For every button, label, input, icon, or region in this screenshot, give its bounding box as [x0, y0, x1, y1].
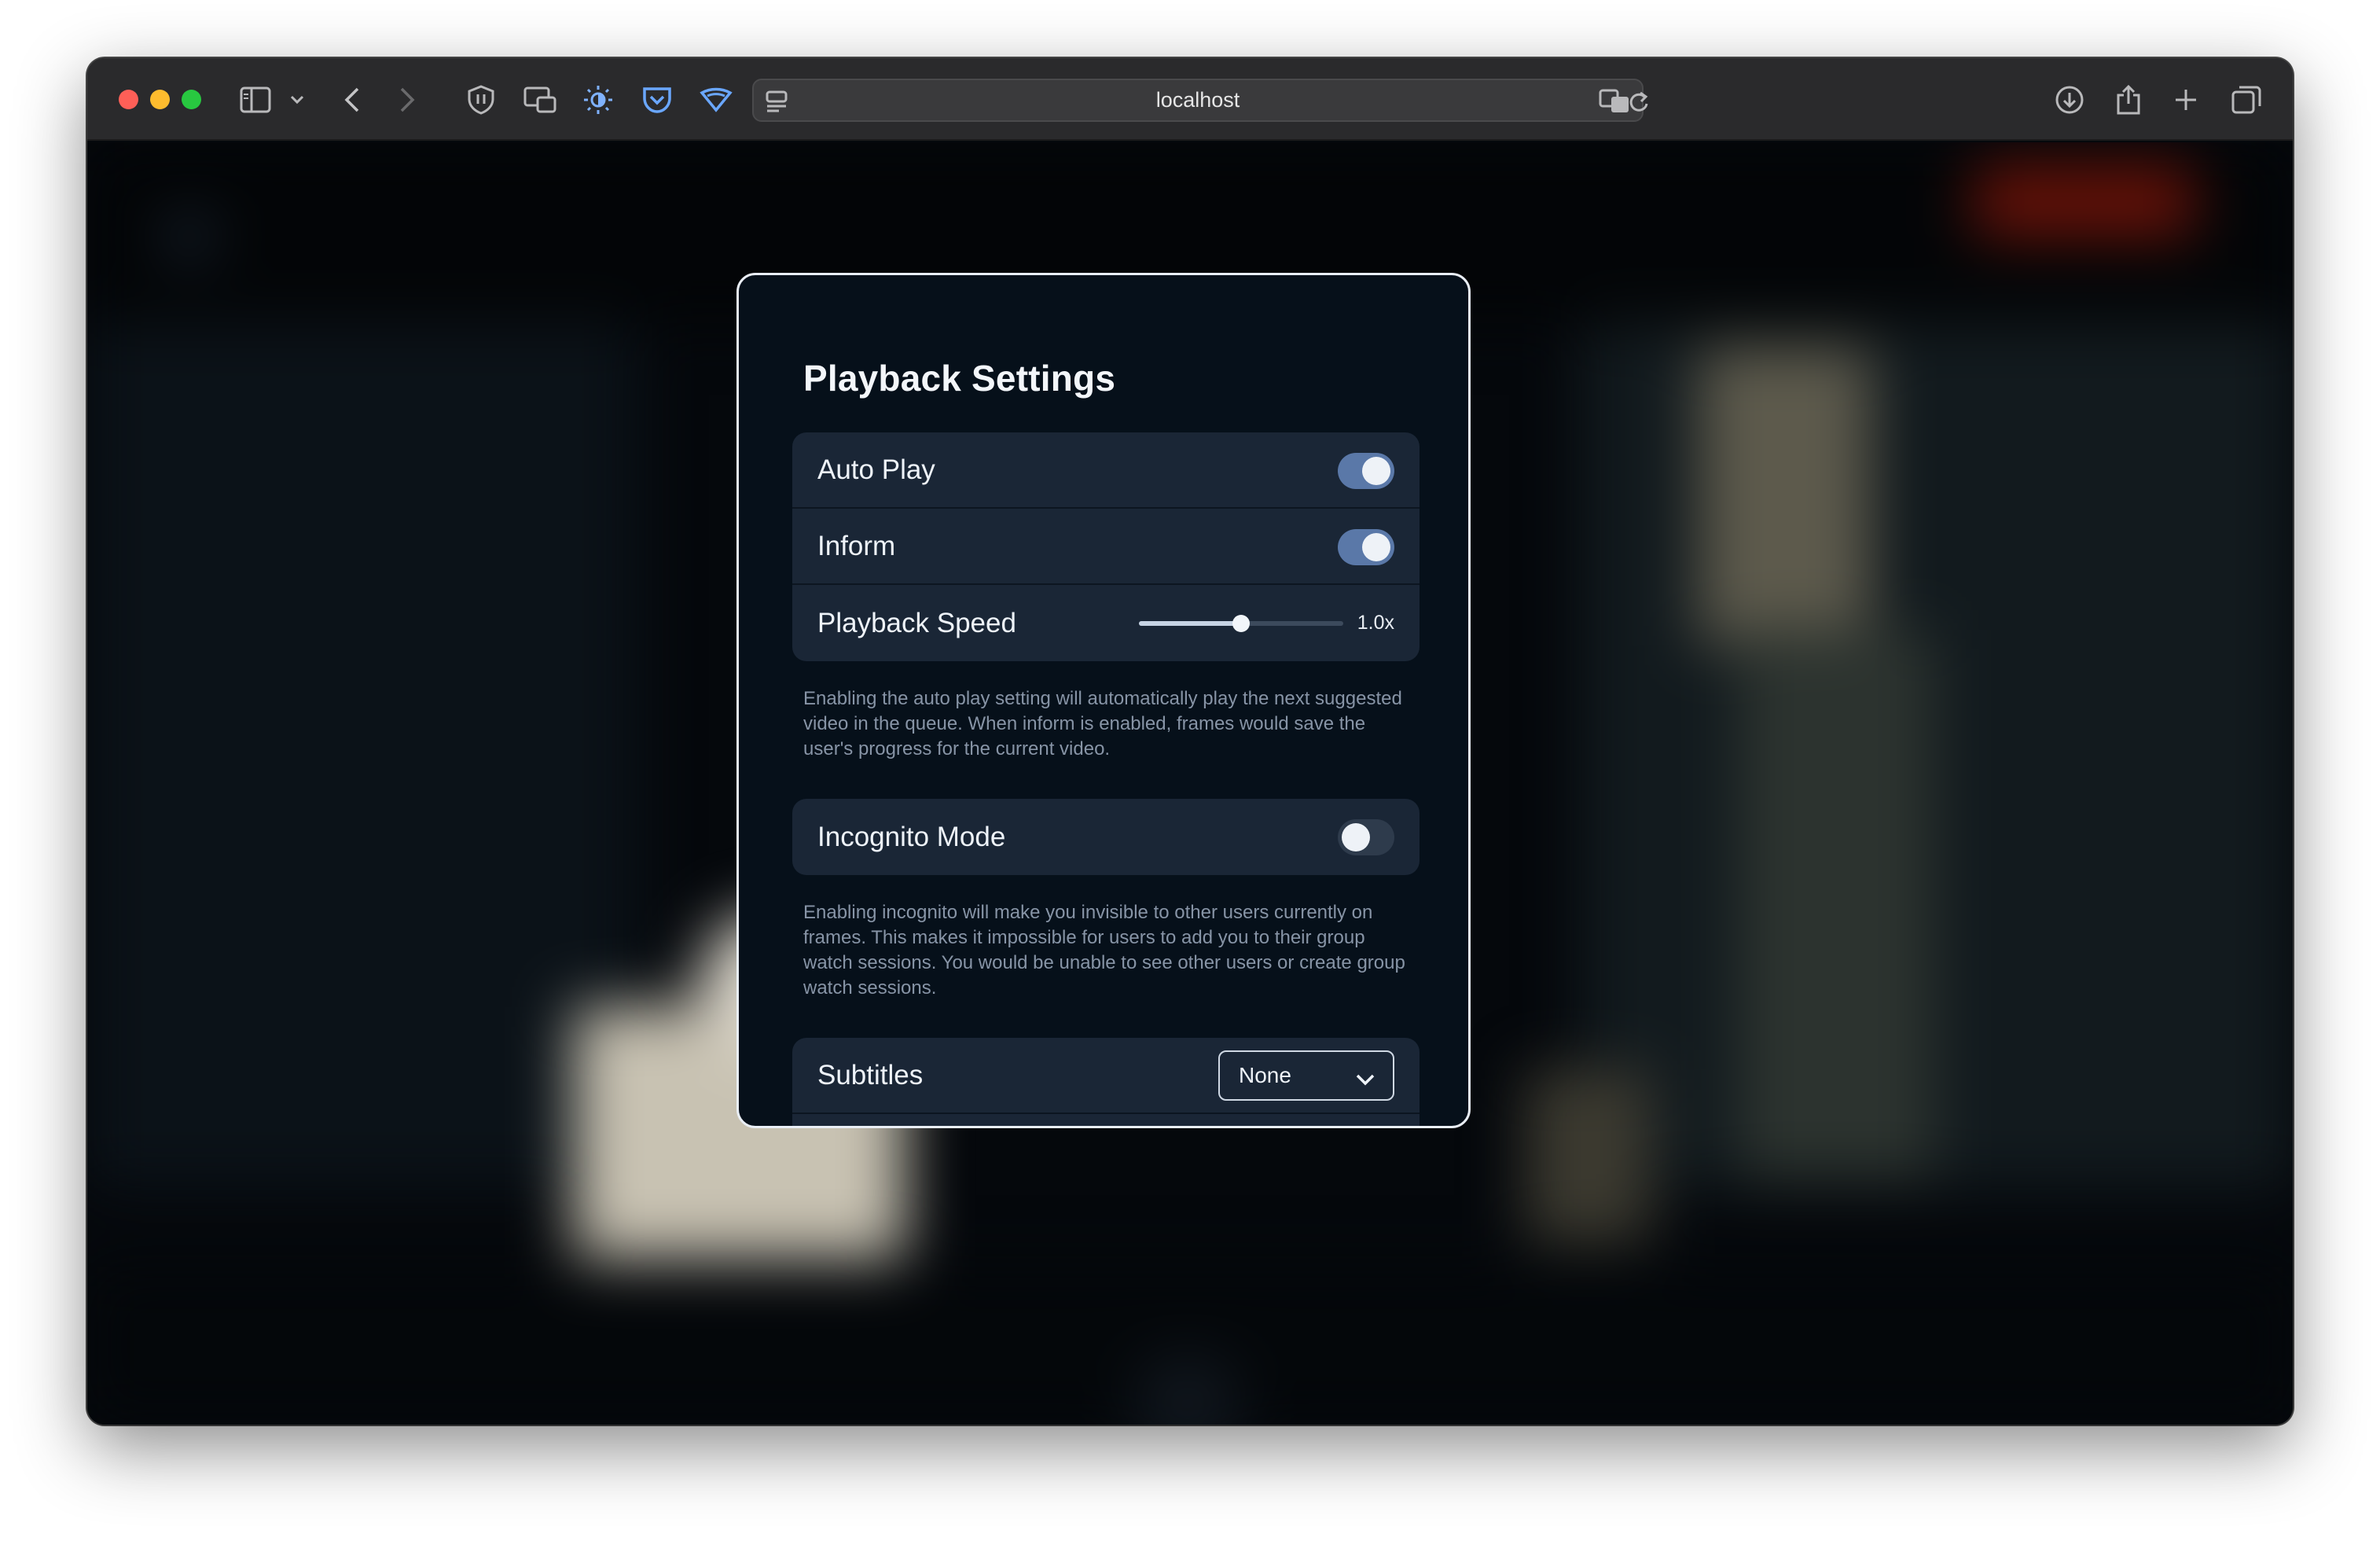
new-tab-icon[interactable]	[2174, 85, 2198, 115]
picture-in-picture-icon[interactable]	[523, 85, 556, 115]
playback-settings-description: Enabling the auto play setting will auto…	[803, 688, 1402, 759]
playback-settings-card: Auto Play Inform Playback Speed 1.0x	[792, 432, 1420, 661]
url-text: localhost	[1155, 88, 1240, 112]
share-icon[interactable]	[2115, 84, 2142, 115]
address-bar[interactable]: localhost	[752, 79, 1648, 122]
auto-play-toggle[interactable]	[1338, 453, 1394, 489]
incognito-label: Incognito Mode	[817, 821, 1006, 852]
sidebar-icon[interactable]	[240, 85, 271, 115]
inform-toggle[interactable]	[1338, 529, 1394, 565]
close-window-button[interactable]	[119, 90, 138, 109]
chevron-down-icon[interactable]	[290, 85, 304, 115]
playback-speed-label: Playback Speed	[817, 607, 1016, 638]
reload-icon[interactable]	[1628, 86, 1650, 116]
playback-settings-modal: Playback Settings Auto Play Inform Playb…	[736, 273, 1471, 1128]
subtitles-label: Subtitles	[817, 1059, 924, 1090]
slider-fill	[1138, 620, 1241, 626]
tabs-icon[interactable]	[2231, 85, 2261, 115]
minimize-window-button[interactable]	[150, 90, 170, 109]
subtitles-select[interactable]: None	[1218, 1050, 1394, 1101]
playback-speed-row: Playback Speed 1.0x	[792, 585, 1420, 661]
incognito-toggle[interactable]	[1338, 819, 1394, 855]
pocket-icon[interactable]	[642, 85, 672, 115]
toggle-knob	[1362, 457, 1390, 485]
incognito-description: Enabling incognito will make you invisib…	[803, 902, 1405, 999]
translate-icon[interactable]	[1599, 86, 1630, 116]
auto-play-label: Auto Play	[817, 454, 935, 485]
browser-toolbar: localhost	[87, 58, 2293, 141]
forward-icon[interactable]	[399, 85, 416, 115]
toggle-knob	[1362, 533, 1390, 561]
modal-title: Playback Settings	[803, 358, 1116, 399]
wifi-shield-icon[interactable]	[700, 85, 733, 115]
brightness-icon[interactable]	[582, 85, 614, 115]
auto-play-row: Auto Play	[792, 432, 1420, 509]
playback-speed-slider[interactable]	[1138, 614, 1343, 632]
back-icon[interactable]	[343, 85, 361, 115]
shield-icon[interactable]	[467, 85, 495, 115]
playback-speed-control: 1.0x	[1138, 585, 1394, 661]
zoom-window-button[interactable]	[182, 90, 201, 109]
inform-row: Inform	[792, 509, 1420, 585]
inform-label: Inform	[817, 530, 896, 561]
next-setting-row	[792, 1114, 1420, 1126]
incognito-row: Incognito Mode	[792, 799, 1420, 875]
slider-thumb[interactable]	[1232, 614, 1250, 632]
chevron-down-icon	[1355, 1068, 1375, 1093]
subtitles-row: Subtitles None	[792, 1038, 1420, 1114]
subtitles-selected-value: None	[1239, 1063, 1291, 1087]
toggle-knob	[1342, 823, 1370, 851]
incognito-card: Incognito Mode	[792, 799, 1420, 875]
playback-speed-value: 1.0x	[1357, 612, 1394, 634]
download-icon[interactable]	[2055, 85, 2084, 115]
subtitles-card: Subtitles None	[792, 1038, 1420, 1126]
